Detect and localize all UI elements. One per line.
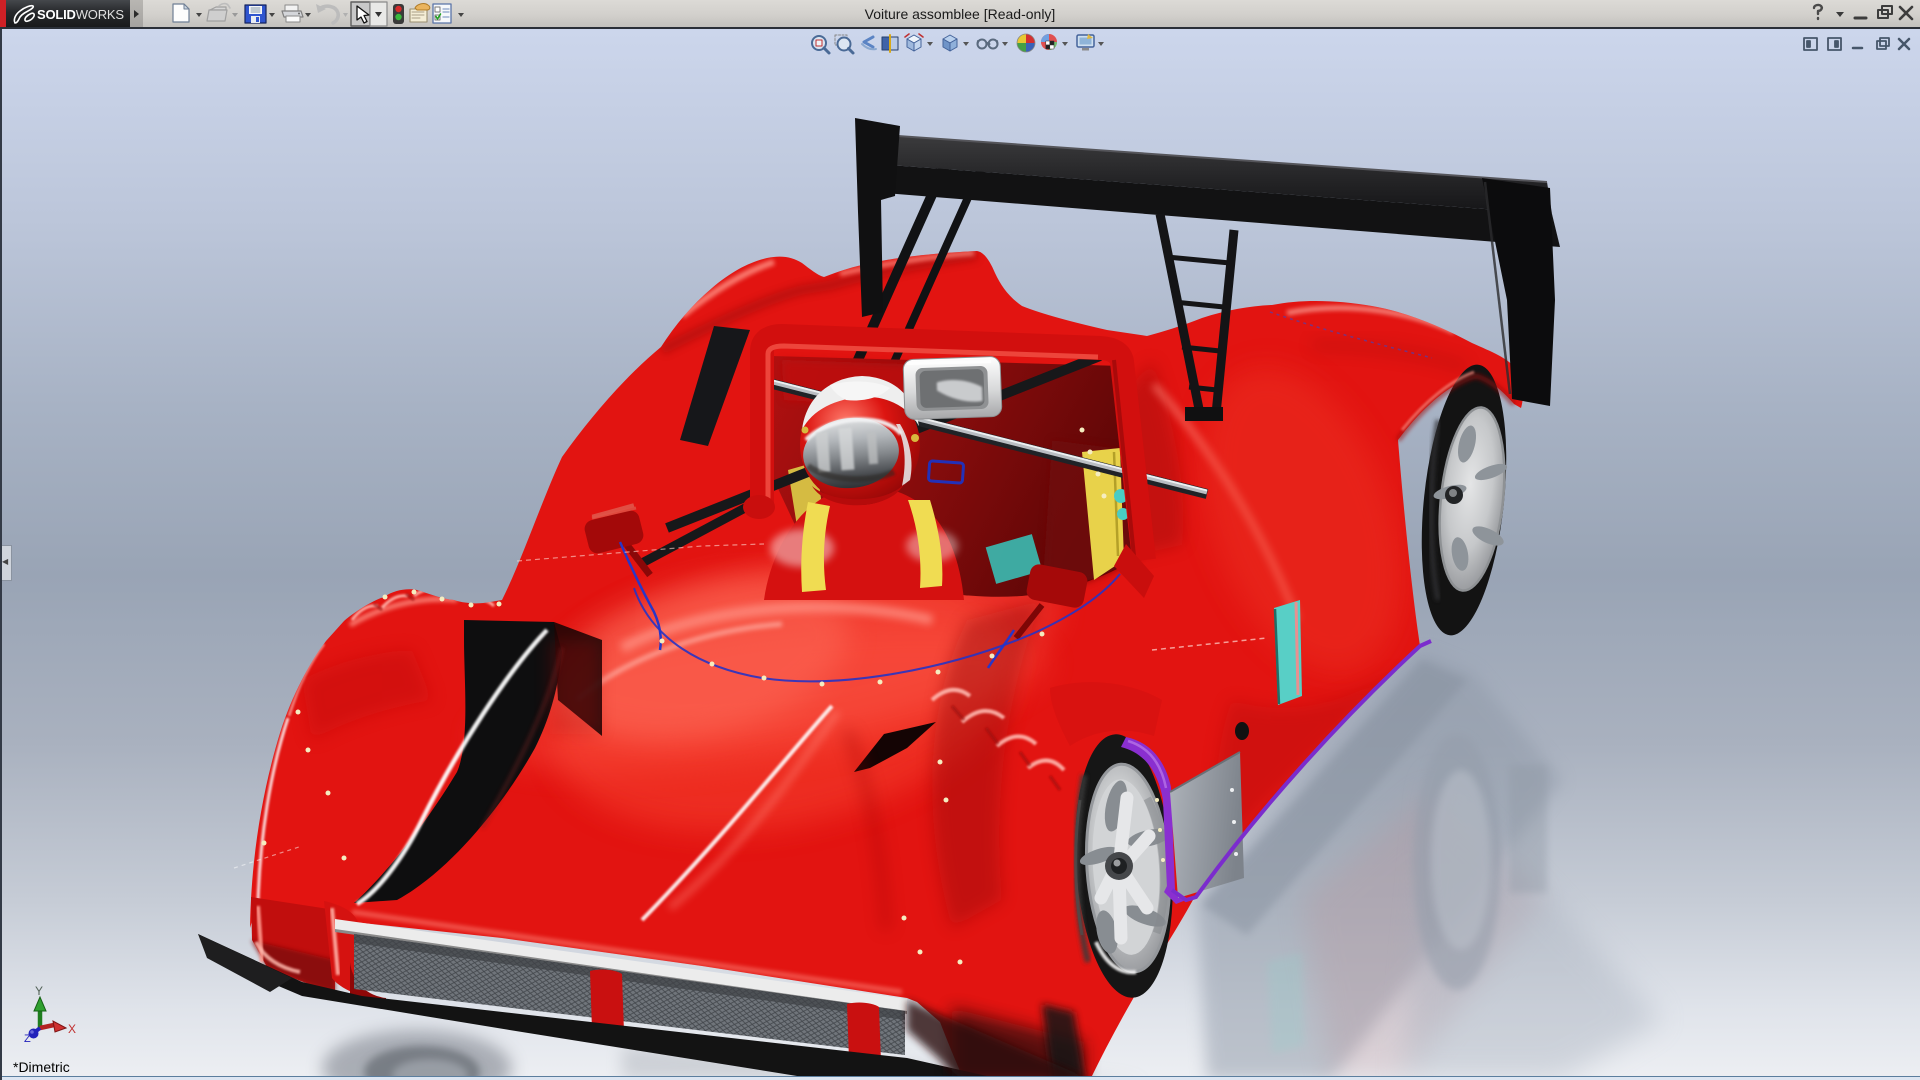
svg-text:X: X	[68, 1022, 76, 1036]
svg-text:Y: Y	[35, 984, 43, 998]
svg-text:Z: Z	[24, 1033, 31, 1045]
